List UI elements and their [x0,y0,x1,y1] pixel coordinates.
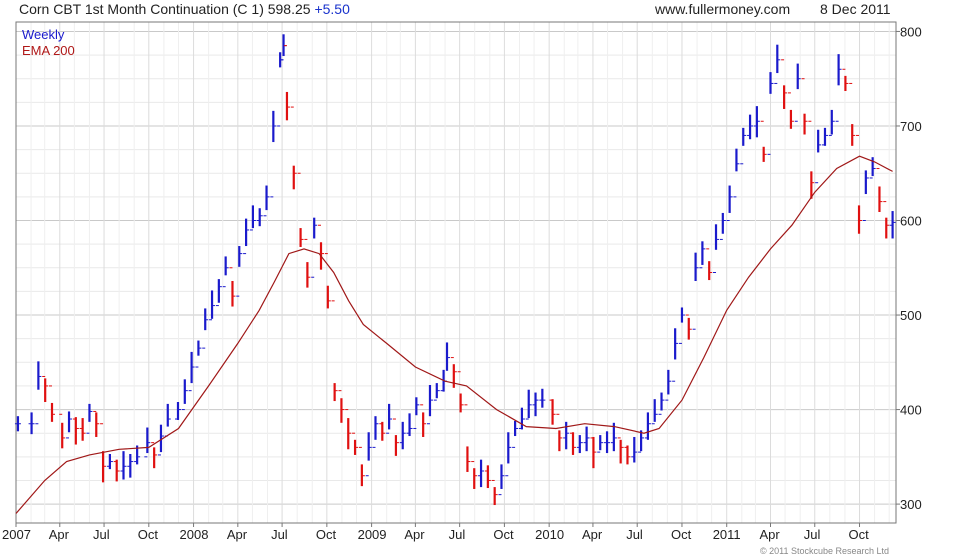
x-tick-label: Oct [493,527,514,542]
x-tick-label: Apr [759,527,780,542]
y-tick-label: 300 [900,497,922,512]
y-axis-ticks: 300 400 500 600 700 800 [896,24,922,512]
x-tick-label: 2009 [358,527,387,542]
x-tick-label: 2007 [2,527,31,542]
y-tick-label: 500 [900,308,922,323]
x-tick-label: Oct [671,527,692,542]
y-tick-label: 400 [900,403,922,418]
x-tick-label: 2010 [535,527,564,542]
x-tick-label: 2008 [180,527,209,542]
y-tick-label: 700 [900,119,922,134]
x-tick-label: Apr [49,527,70,542]
x-tick-label: Oct [849,527,870,542]
x-tick-label: Apr [404,527,425,542]
x-tick-label: Oct [316,527,337,542]
legend-ema: EMA 200 [22,43,75,58]
x-tick-label: Jul [626,527,643,542]
x-tick-label: Jul [804,527,821,542]
x-axis-ticks: 2007 Apr Jul Oct 2008 Apr Jul Oct 2009 Apr Jul Oct 2… [2,523,869,542]
x-tick-label: 2011 [713,527,741,542]
x-tick-label: Oct [138,527,159,542]
weekly-bars [14,34,896,506]
y-tick-label: 600 [900,214,922,229]
y-tick-label: 800 [900,24,922,39]
x-tick-label: Jul [449,527,466,542]
ema-200-line [15,155,893,514]
legend-weekly: Weekly [22,27,65,42]
price-chart: 300 400 500 600 700 800 2007 Apr Jul Oct 2008 Apr J… [2,21,922,542]
copyright-text: © 2011 Stockcube Research Ltd [760,546,890,556]
x-tick-label: Jul [93,527,110,542]
x-tick-label: Jul [271,527,288,542]
x-tick-label: Apr [582,527,603,542]
x-tick-label: Apr [227,527,248,542]
